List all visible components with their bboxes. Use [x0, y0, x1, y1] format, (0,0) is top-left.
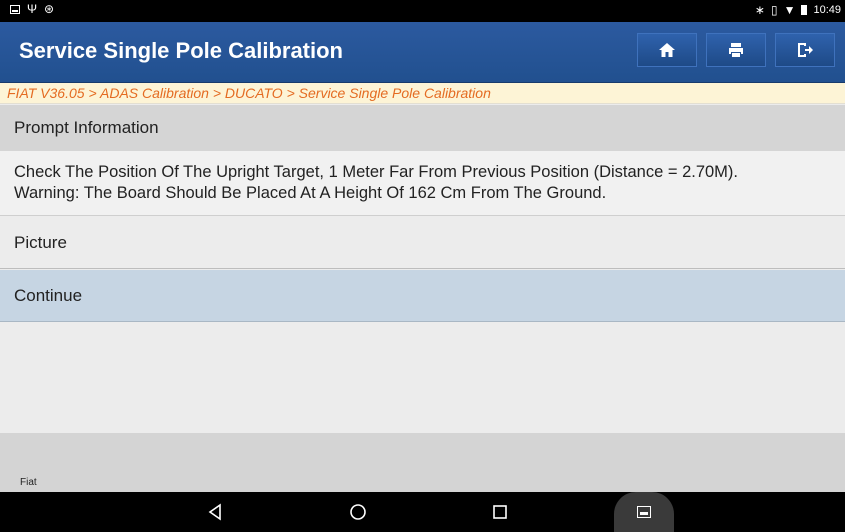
- home-icon: [659, 43, 675, 57]
- prompt-line-2: Warning: The Board Should Be Placed At A…: [14, 184, 607, 202]
- continue-option[interactable]: Continue: [0, 270, 845, 322]
- recents-icon: [493, 505, 507, 519]
- recents-button[interactable]: [490, 502, 510, 522]
- bug-icon: ⊛: [44, 2, 55, 16]
- exit-icon: [798, 43, 813, 57]
- back-button[interactable]: [205, 502, 225, 522]
- battery-icon: [801, 5, 808, 15]
- status-bar: Ψ ⊛ ∗ ▯ ▼ 10:49: [0, 0, 845, 22]
- title-bar: Service Single Pole Calibration: [0, 22, 845, 83]
- brand-label: Fiat: [20, 477, 37, 488]
- print-icon: [729, 43, 743, 57]
- screenshot-button[interactable]: [614, 492, 674, 532]
- exit-button[interactable]: [775, 33, 835, 67]
- footer-bar: Fiat: [0, 433, 845, 492]
- content-spacer: [0, 323, 845, 433]
- prompt-line-1: Check The Position Of The Upright Target…: [14, 163, 739, 181]
- breadcrumb: FIAT V36.05 > ADAS Calibration > DUCATO …: [0, 83, 845, 104]
- status-time: 10:49: [813, 4, 841, 16]
- wifi-icon: ▼: [783, 3, 796, 17]
- system-nav-bar: [0, 492, 845, 532]
- print-button[interactable]: [706, 33, 766, 67]
- home-nav-button[interactable]: [348, 502, 368, 522]
- image-icon: [10, 4, 20, 14]
- page-title: Service Single Pole Calibration: [19, 38, 343, 63]
- prompt-message: Check The Position Of The Upright Target…: [0, 151, 845, 216]
- home-button[interactable]: [637, 33, 697, 67]
- picture-option[interactable]: Picture: [0, 217, 845, 269]
- back-icon: [208, 503, 221, 521]
- usb-icon: Ψ: [27, 2, 38, 16]
- bluetooth-icon: ∗: [754, 3, 765, 17]
- vibrate-icon: ▯: [770, 3, 778, 17]
- screenshot-icon: [637, 506, 651, 518]
- home-circle-icon: [350, 504, 366, 520]
- prompt-header: Prompt Information: [0, 105, 845, 151]
